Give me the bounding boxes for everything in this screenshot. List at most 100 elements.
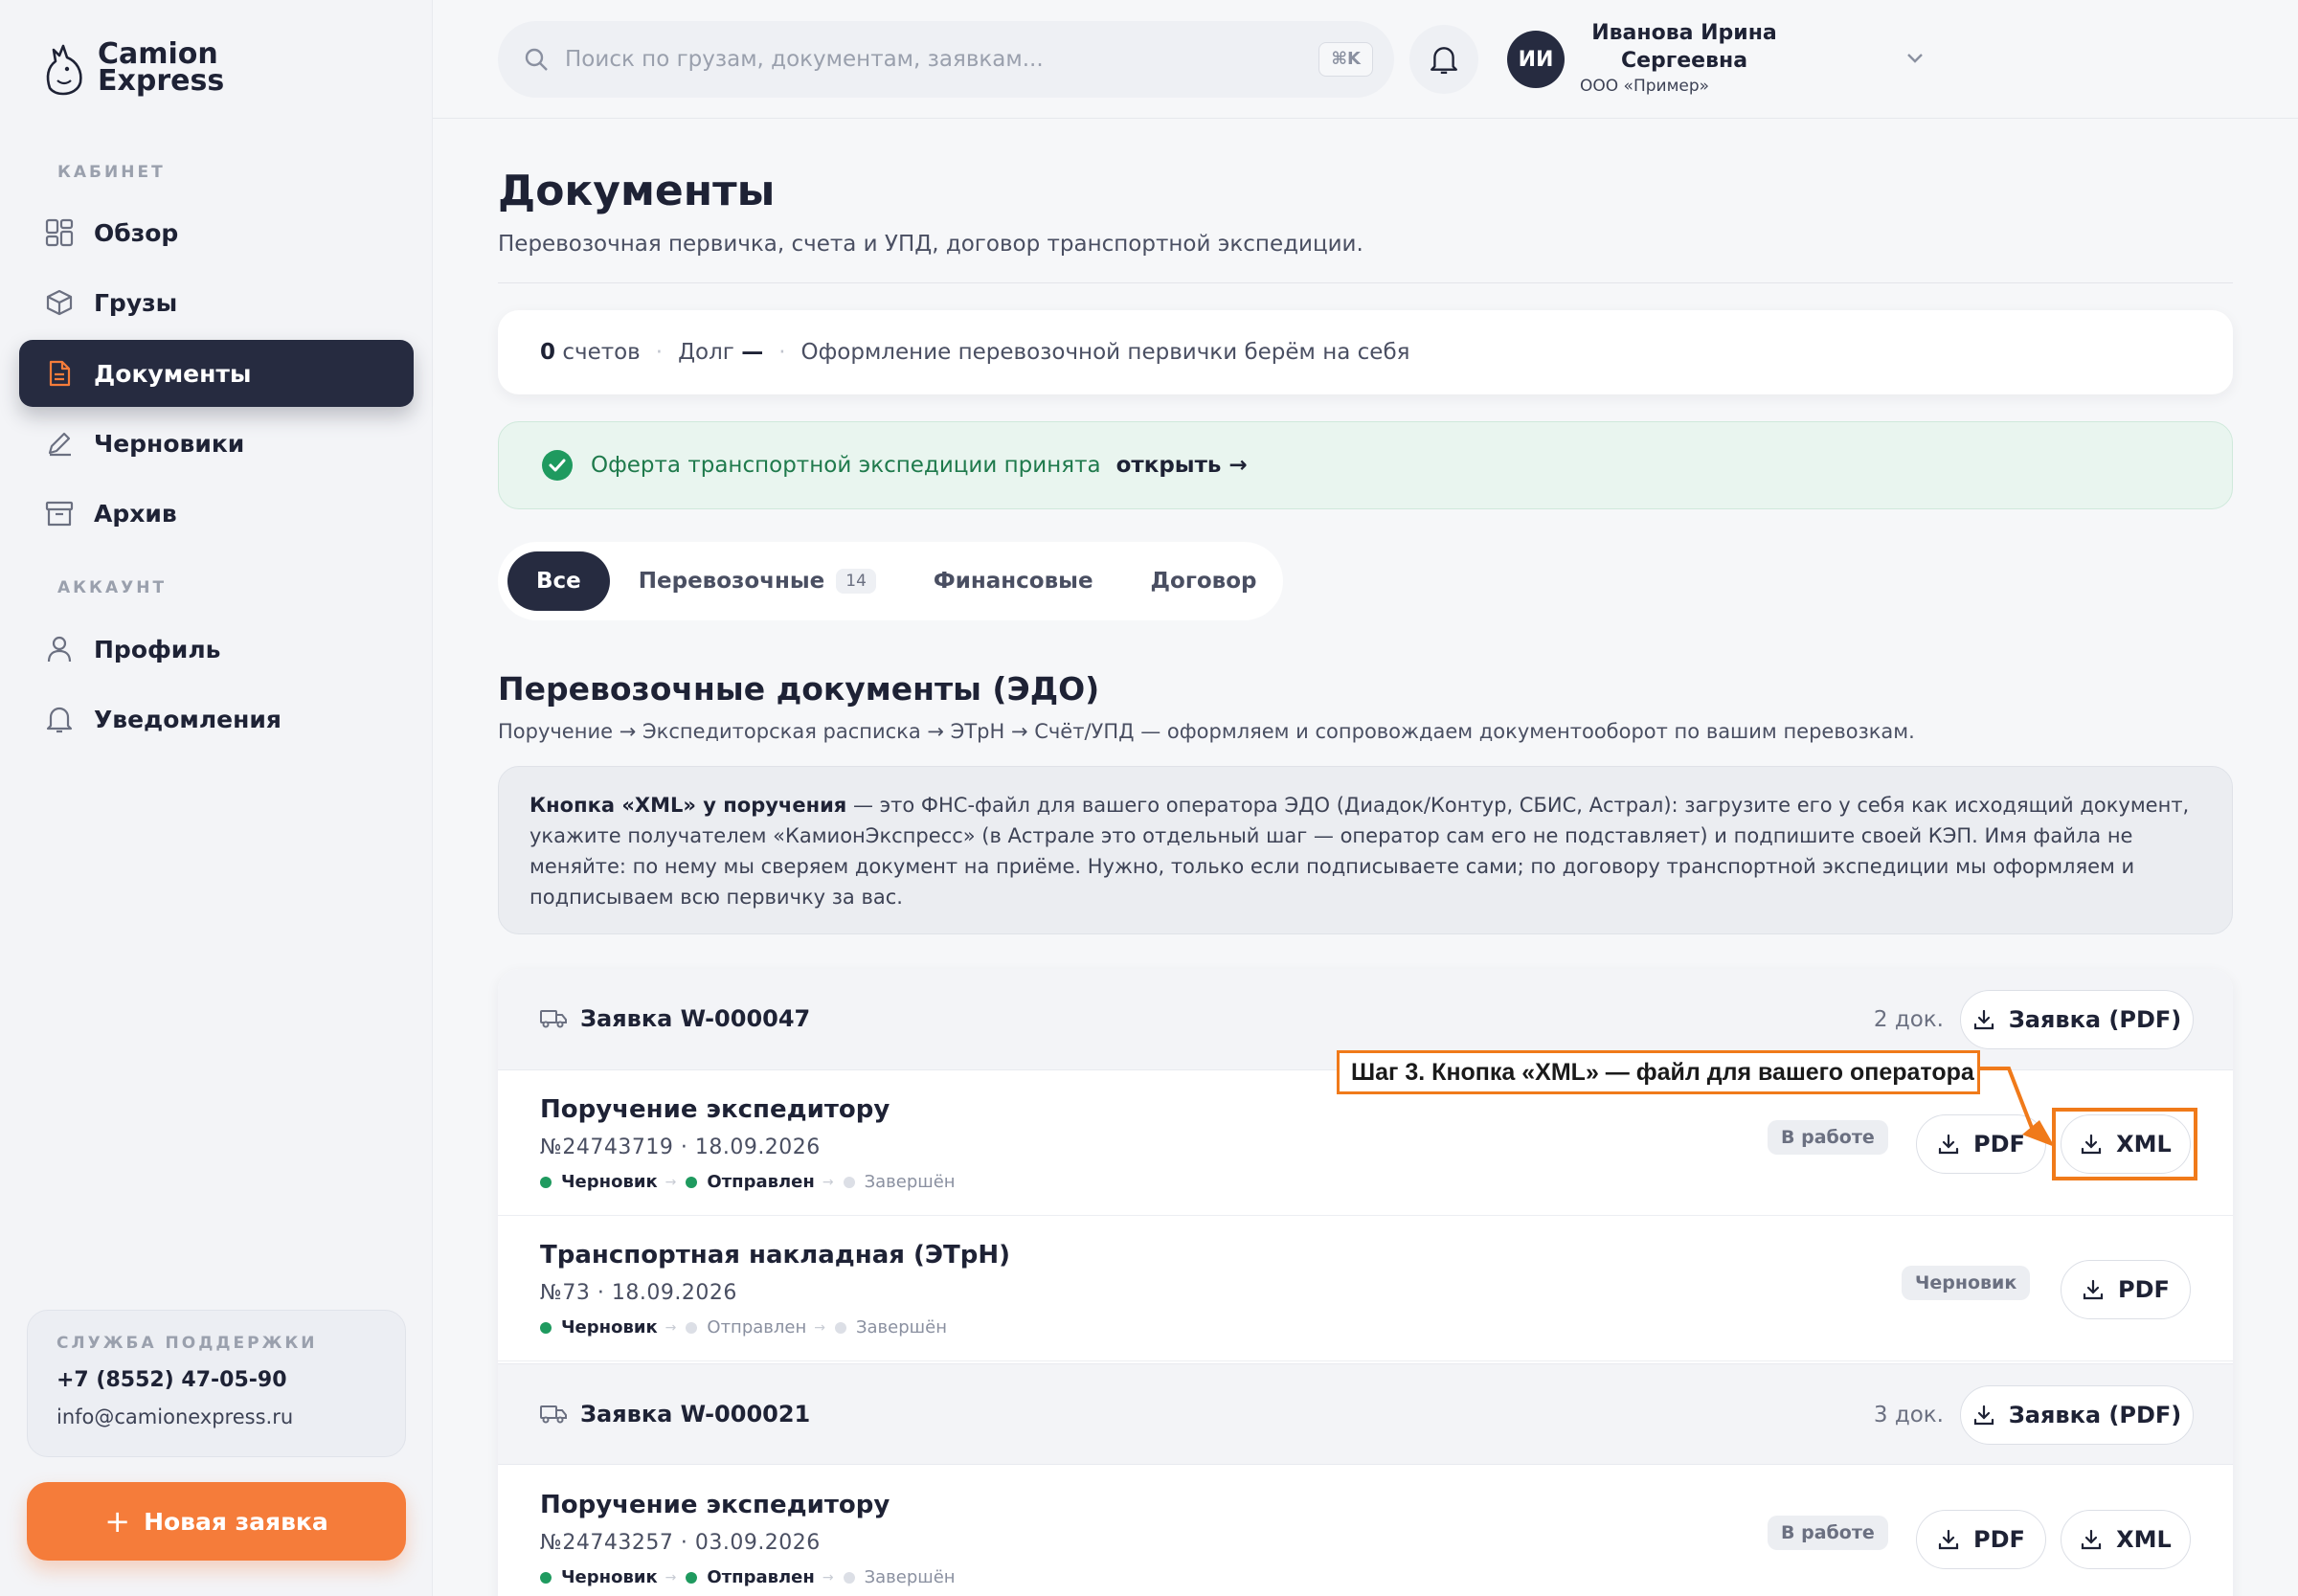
- document-row[interactable]: Поручение экспедитору №24743257 · 03.09.…: [498, 1466, 2233, 1596]
- brand-name: Camion Express: [98, 40, 224, 96]
- tutorial-callout: Шаг 3. Кнопка «XML» — файл для вашего оп…: [1337, 1050, 1980, 1094]
- request-title: Заявка W-000021: [540, 1401, 810, 1427]
- search-bar[interactable]: ⌘K: [498, 21, 1394, 98]
- step-draft: Черновик: [540, 1172, 658, 1192]
- step-sent: Отправлен: [686, 1172, 815, 1192]
- offer-text: Оферта транспортной экспедиции принята: [591, 453, 1101, 478]
- sidebar-item-documents[interactable]: Документы: [19, 340, 414, 407]
- pdf-download-button[interactable]: PDF: [1916, 1114, 2046, 1174]
- sidebar-item-label: Профиль: [94, 635, 221, 663]
- debt-label: Долг: [678, 340, 734, 365]
- invoice-count: 0: [540, 340, 556, 365]
- note-bold: Кнопка «XML» у поручения: [529, 794, 847, 817]
- step-draft: Черновик: [540, 1317, 658, 1337]
- sidebar-item-archive[interactable]: Архив: [19, 480, 414, 547]
- truck-icon: [540, 1405, 567, 1424]
- step-completed: Завершён: [834, 1317, 947, 1337]
- document-meta: №73 · 18.09.2026: [540, 1281, 737, 1305]
- page-subtitle: Перевозочная первичка, счета и УПД, дого…: [498, 232, 1363, 257]
- request-number: Заявка W-000021: [580, 1401, 811, 1427]
- sidebar-item-profile[interactable]: Профиль: [19, 616, 414, 683]
- brand-logo[interactable]: Camion Express: [38, 38, 224, 98]
- step-sent: Отправлен: [686, 1567, 815, 1587]
- download-icon: [1938, 1134, 1959, 1155]
- sidebar-item-cargo[interactable]: Грузы: [19, 269, 414, 336]
- step-arrow-icon: →: [822, 1569, 834, 1585]
- document-meta: №24743719 · 18.09.2026: [540, 1135, 821, 1159]
- search-input[interactable]: [565, 47, 1293, 72]
- xml-button-highlight: [2052, 1108, 2197, 1180]
- pdf-download-button[interactable]: PDF: [2061, 1260, 2191, 1319]
- plus-icon: +: [104, 1503, 131, 1540]
- tab-financial[interactable]: Финансовые: [905, 551, 1122, 611]
- request-pdf-button[interactable]: Заявка (PDF): [1960, 990, 2194, 1049]
- sidebar-item-notifications[interactable]: Уведомления: [19, 686, 414, 753]
- separator-dot: ·: [655, 340, 664, 365]
- step-arrow-icon: →: [665, 1569, 677, 1585]
- step-arrow-icon: →: [814, 1319, 825, 1336]
- section-subtitle: Поручение → Экспедиторская расписка → ЭТ…: [498, 720, 1915, 743]
- tab-contract[interactable]: Договор: [1122, 551, 1286, 611]
- user-icon: [42, 632, 77, 666]
- tab-transport[interactable]: Перевозочные 14: [610, 551, 905, 611]
- notifications-button[interactable]: [1409, 25, 1478, 94]
- tab-label: Финансовые: [933, 569, 1093, 594]
- archive-icon: [42, 496, 77, 530]
- bell-icon: [42, 702, 77, 736]
- request-group-header: Заявка W-000021 3 док. Заявка (PDF): [498, 1363, 2233, 1465]
- status-badge: В работе: [1768, 1120, 1888, 1155]
- document-status-steps: Черновик → Отправлен → Завершён: [540, 1172, 963, 1192]
- request-doc-count: 2 док.: [1873, 1007, 1944, 1032]
- user-name[interactable]: Иванова Ирина Сергеевна: [1574, 19, 1794, 75]
- pencil-icon: [42, 426, 77, 461]
- support-email[interactable]: info@camionexpress.ru: [56, 1405, 376, 1428]
- new-request-button[interactable]: + Новая заявка: [27, 1482, 406, 1561]
- download-icon: [1973, 1405, 1994, 1426]
- support-title: СЛУЖБА ПОДДЕРЖКИ: [56, 1334, 318, 1353]
- divider: [498, 282, 2233, 283]
- sidebar-item-label: Документы: [94, 359, 252, 388]
- stats-bar: 0 счетов · Долг — · Оформление перевозоч…: [498, 310, 2233, 394]
- document-status-steps: Черновик → Отправлен → Завершён: [540, 1567, 963, 1587]
- request-pdf-button[interactable]: Заявка (PDF): [1960, 1385, 2194, 1445]
- step-completed: Завершён: [843, 1567, 956, 1587]
- separator-dot: ·: [778, 340, 786, 365]
- document-tabs: Все Перевозочные 14 Финансовые Договор: [498, 542, 1283, 620]
- pdf-download-button[interactable]: PDF: [1916, 1510, 2046, 1569]
- step-draft: Черновик: [540, 1567, 658, 1587]
- download-icon: [1938, 1529, 1959, 1550]
- step-completed: Завершён: [843, 1172, 956, 1192]
- grid-icon: [42, 215, 77, 250]
- document-title: Поручение экспедитору: [540, 1491, 890, 1519]
- camel-logo-icon: [46, 44, 82, 96]
- new-request-label: Новая заявка: [144, 1507, 328, 1536]
- step-sent: Отправлен: [686, 1317, 806, 1337]
- invoice-count-label: счетов: [562, 340, 641, 365]
- sidebar-item-label: Грузы: [94, 288, 178, 317]
- check-circle-icon: [542, 450, 573, 481]
- bell-icon: [1431, 47, 1457, 75]
- search-shortcut-hint: ⌘K: [1318, 42, 1373, 77]
- document-title: Поручение экспедитору: [540, 1095, 890, 1124]
- sidebar-item-label: Черновики: [94, 429, 245, 458]
- document-meta: №24743257 · 03.09.2026: [540, 1531, 821, 1555]
- top-bar: ⌘K ИИ Иванова Ирина Сергеевна ООО «Приме…: [433, 0, 2298, 119]
- sidebar: Camion Express КАБИНЕТ Обзор Грузы Докум…: [0, 0, 433, 1596]
- avatar[interactable]: ИИ: [1507, 31, 1565, 88]
- sidebar-item-drafts[interactable]: Черновики: [19, 410, 414, 477]
- download-icon: [2083, 1279, 2104, 1300]
- box-icon: [42, 285, 77, 320]
- button-label: Заявка (PDF): [2008, 1402, 2182, 1428]
- xml-download-button[interactable]: XML: [2061, 1510, 2191, 1569]
- document-row[interactable]: Транспортная накладная (ЭТрН) №73 · 18.0…: [498, 1216, 2233, 1361]
- tab-label: Договор: [1150, 569, 1257, 594]
- sidebar-item-overview[interactable]: Обзор: [19, 199, 414, 266]
- stats-note: Оформление перевозочной первички берём н…: [800, 340, 1410, 365]
- chevron-down-icon[interactable]: [1904, 46, 1926, 69]
- tab-all[interactable]: Все: [507, 551, 610, 611]
- support-phone[interactable]: +7 (8552) 47-05-90: [56, 1368, 376, 1392]
- tab-label: Перевозочные: [638, 569, 825, 594]
- button-label: PDF: [2118, 1276, 2170, 1303]
- xml-info-note: Кнопка «XML» у поручения — это ФНС-файл …: [498, 766, 2233, 934]
- offer-open-link[interactable]: открыть →: [1116, 453, 1248, 478]
